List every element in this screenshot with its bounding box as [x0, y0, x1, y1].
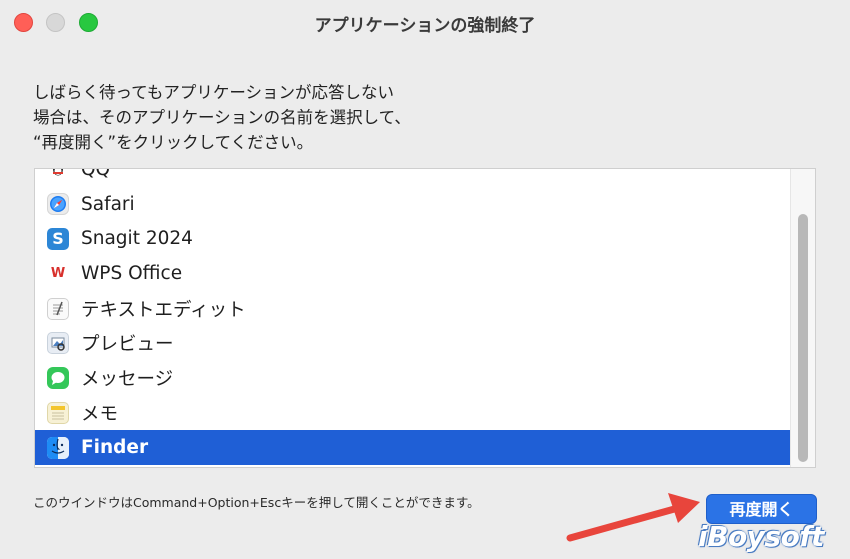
application-list[interactable]: QQ Safari S Snagit 2024 W WPS Office テキス… — [34, 168, 816, 468]
shortcut-hint: このウインドウはCommand+Option+Escキーを押して開くことができま… — [33, 495, 480, 510]
instructions-line: “再度開く”をクリックしてください。 — [33, 133, 314, 152]
app-name: Finder — [81, 437, 149, 459]
list-item-textedit[interactable]: テキストエディット — [35, 291, 792, 326]
textedit-icon — [47, 297, 69, 320]
qq-icon — [47, 169, 69, 181]
list-item-preview[interactable]: プレビュー — [35, 326, 792, 361]
snagit-icon: S — [47, 227, 69, 250]
notes-icon — [47, 401, 69, 424]
list-item-notes[interactable]: メモ — [35, 396, 792, 431]
safari-icon — [47, 193, 69, 216]
app-name: WPS Office — [81, 263, 183, 285]
title-bar: アプリケーションの強制終了 — [0, 0, 850, 48]
finder-icon — [47, 436, 69, 459]
list-item-wps-office[interactable]: W WPS Office — [35, 256, 792, 291]
messages-icon — [47, 367, 69, 390]
list-item-snagit[interactable]: S Snagit 2024 — [35, 222, 792, 257]
watermark: iBoysoft — [698, 520, 824, 553]
preview-icon — [47, 332, 69, 355]
app-name: QQ — [81, 168, 111, 180]
instructions-text: しばらく待ってもアプリケーションが応答しない 場合は、そのアプリケーションの名前… — [33, 80, 593, 155]
application-list-items: QQ Safari S Snagit 2024 W WPS Office テキス… — [35, 168, 792, 466]
list-item-messages[interactable]: メッセージ — [35, 361, 792, 396]
list-item-safari[interactable]: Safari — [35, 187, 792, 222]
app-name: メッセージ — [81, 369, 174, 391]
force-quit-window: アプリケーションの強制終了 しばらく待ってもアプリケーションが応答しない 場合は… — [0, 0, 850, 559]
list-item-finder[interactable]: Finder — [35, 430, 792, 466]
scrollbar-thumb[interactable] — [798, 214, 808, 462]
app-name: Safari — [81, 193, 135, 215]
app-name: Snagit 2024 — [81, 228, 193, 250]
app-name: テキストエディット — [81, 299, 246, 321]
app-name: メモ — [81, 403, 119, 425]
wps-office-icon: W — [47, 262, 69, 285]
window-title: アプリケーションの強制終了 — [314, 16, 536, 36]
app-name: プレビュー — [81, 334, 174, 356]
instructions-line: しばらく待ってもアプリケーションが応答しない — [33, 83, 395, 102]
instructions-line: 場合は、そのアプリケーションの名前を選択して、 — [33, 108, 411, 127]
list-scrollbar[interactable] — [790, 169, 815, 467]
red-arrow-icon — [566, 493, 700, 542]
list-item-qq[interactable]: QQ — [35, 168, 792, 187]
